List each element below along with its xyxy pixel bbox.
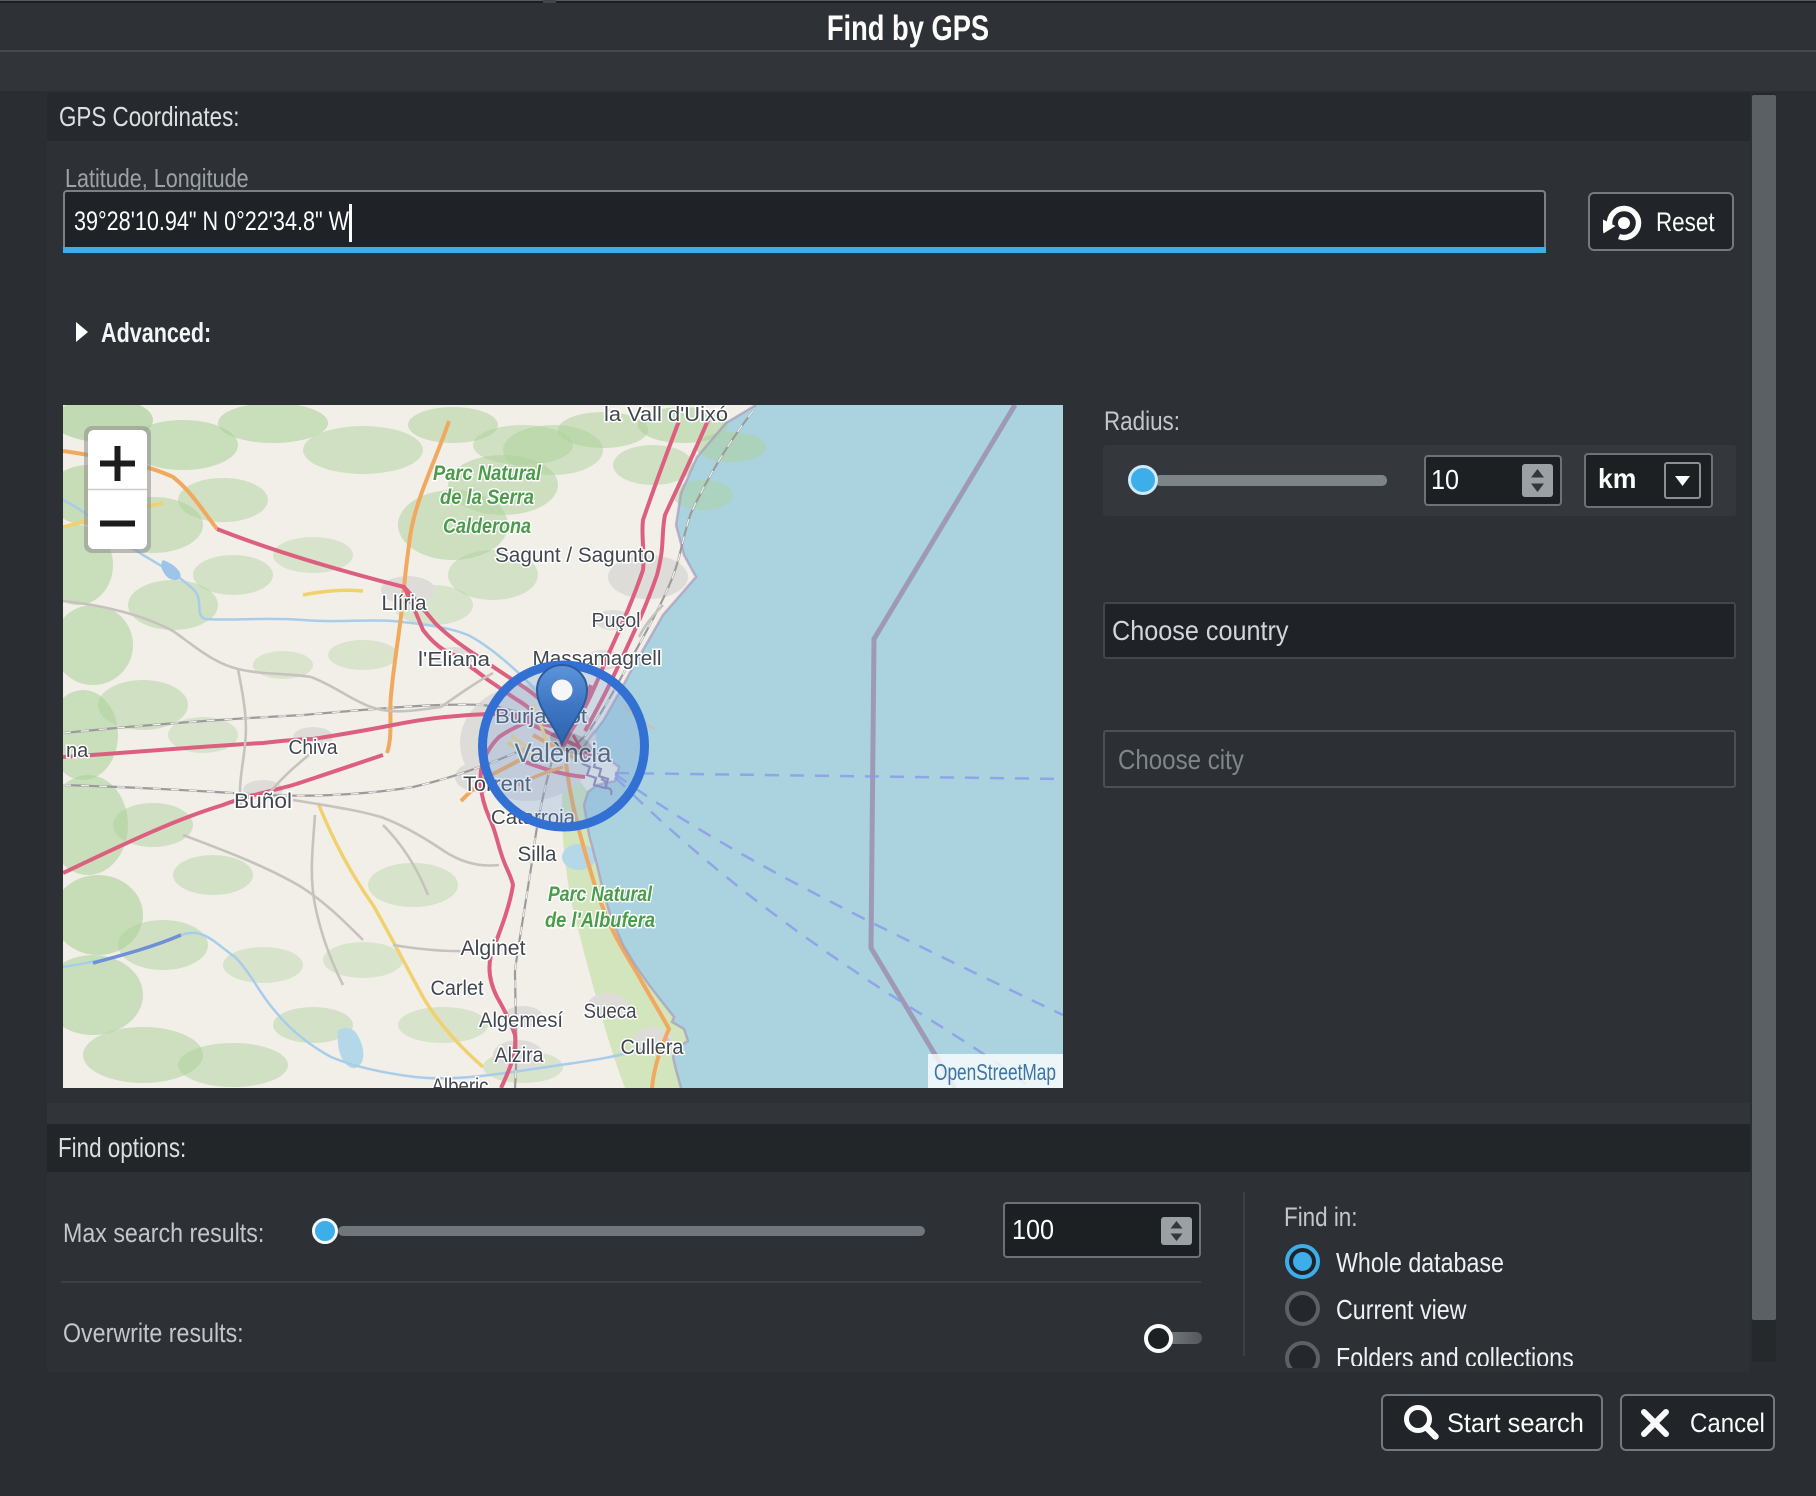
svg-text:Sueca: Sueca — [584, 1000, 637, 1023]
svg-text:Alberic: Alberic — [432, 1075, 489, 1088]
svg-text:Puçol: Puçol — [592, 610, 641, 632]
svg-text:la Vall d'Uixó: la Vall d'Uixó — [604, 405, 728, 426]
svg-text:Algemesí: Algemesí — [479, 1009, 563, 1032]
svg-text:Cullera: Cullera — [621, 1036, 684, 1059]
svg-text:Parc Natural: Parc Natural — [433, 462, 542, 485]
svg-text:l'Eliana: l'Eliana — [418, 649, 491, 671]
svg-text:Chiva: Chiva — [289, 737, 339, 759]
svg-text:na: na — [66, 740, 89, 762]
svg-text:Buñol: Buñol — [234, 790, 292, 813]
svg-text:de l'Albufera: de l'Albufera — [545, 909, 655, 932]
svg-text:Llíria: Llíria — [382, 592, 427, 615]
svg-text:de la Serra: de la Serra — [440, 486, 534, 509]
svg-text:Sagunt / Sagunto: Sagunt / Sagunto — [495, 544, 655, 567]
svg-text:Alzira: Alzira — [495, 1044, 544, 1067]
svg-text:Carlet: Carlet — [431, 977, 484, 1000]
svg-text:Parc Natural: Parc Natural — [548, 883, 653, 906]
svg-text:Calderona: Calderona — [443, 515, 531, 538]
svg-text:OpenStreetMap: OpenStreetMap — [934, 1059, 1056, 1085]
svg-text:Alginet: Alginet — [461, 937, 526, 960]
svg-text:Silla: Silla — [518, 843, 557, 866]
